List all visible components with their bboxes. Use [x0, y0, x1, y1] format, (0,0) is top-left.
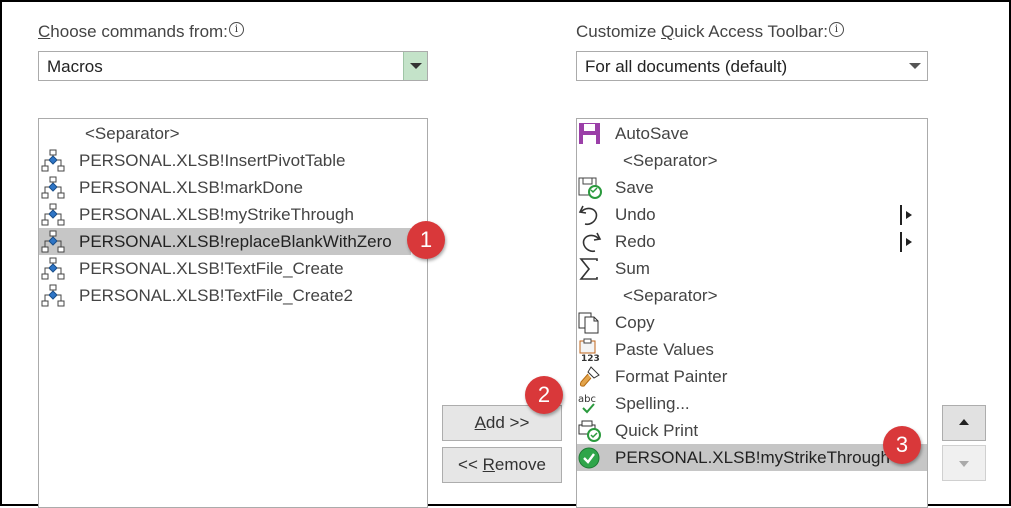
- svg-text:abc: abc: [578, 394, 596, 405]
- label-text: Customize: [576, 22, 662, 41]
- spelling-icon: abc: [578, 394, 596, 414]
- copy-icon: [578, 312, 599, 334]
- label-accesskey: C: [38, 22, 51, 41]
- svg-text:123: 123: [581, 354, 600, 362]
- remove-button[interactable]: << Remove: [442, 447, 562, 483]
- list-item[interactable]: Sum: [577, 255, 927, 282]
- list-item[interactable]: PERSONAL.XLSB!myStrikeThrough: [39, 201, 427, 228]
- button-accesskey: A: [474, 413, 486, 432]
- chevron-down-icon[interactable]: [909, 63, 921, 69]
- list-item-label: Save: [615, 178, 654, 197]
- label-accesskey: Q: [661, 22, 675, 41]
- list-item-label: <Separator>: [623, 151, 718, 170]
- button-accesskey: R: [482, 455, 495, 474]
- list-item[interactable]: Format Painter: [577, 363, 927, 390]
- list-item[interactable]: <Separator>: [39, 120, 427, 147]
- list-item[interactable]: 123 Paste Values: [577, 336, 927, 363]
- list-item[interactable]: PERSONAL.XLSB!markDone: [39, 174, 427, 201]
- callout-badge-3: 3: [883, 426, 921, 464]
- list-item[interactable]: <Separator>: [577, 147, 927, 174]
- macro-icon: [41, 284, 65, 307]
- arrow-up-icon: [959, 419, 969, 425]
- macro-icon: [41, 176, 65, 199]
- customize-qat-label: Customize Quick Access Toolbar: i: [576, 22, 844, 42]
- dropdown-value: For all documents (default): [585, 57, 788, 76]
- list-item-label: Undo: [615, 205, 656, 224]
- macro-icon: [41, 149, 65, 172]
- qat-commands-list[interactable]: AutoSave <Separator> Save Undo Redo Sum …: [576, 118, 928, 508]
- submenu-arrow-icon: [900, 205, 912, 225]
- quick-print-icon: [578, 420, 601, 442]
- list-item-label: <Separator>: [85, 124, 180, 143]
- sum-icon: [579, 258, 598, 280]
- list-item-label: PERSONAL.XLSB!replaceBlankWithZero: [79, 232, 392, 251]
- dropdown-value: Macros: [47, 57, 103, 76]
- list-item[interactable]: <Separator>: [577, 282, 927, 309]
- save-icon: [578, 177, 602, 199]
- list-item-label: PERSONAL.XLSB!markDone: [79, 178, 303, 197]
- list-item[interactable]: Redo: [577, 228, 927, 255]
- info-icon[interactable]: i: [228, 22, 244, 37]
- list-item-label: Copy: [615, 313, 655, 332]
- list-item-label: Spelling...: [615, 394, 690, 413]
- label-text: hoose commands from:: [50, 22, 228, 41]
- list-item[interactable]: Quick Print: [577, 417, 927, 444]
- choose-commands-dropdown[interactable]: Macros: [38, 51, 428, 81]
- list-item-selected[interactable]: PERSONAL.XLSB!replaceBlankWithZero: [39, 228, 411, 255]
- list-item[interactable]: abc Spelling...: [577, 390, 927, 417]
- paste-values-icon: 123: [579, 338, 600, 362]
- choose-commands-label: Choose commands from: i: [38, 22, 244, 42]
- move-down-button[interactable]: [942, 445, 986, 481]
- list-item-label: PERSONAL.XLSB!TextFile_Create2: [79, 286, 354, 305]
- label-text: uick Access Toolbar:: [674, 22, 828, 41]
- customize-qat-dialog: Choose commands from: i Macros Customize …: [0, 0, 1011, 508]
- list-item-label: AutoSave: [615, 124, 689, 143]
- list-item[interactable]: AutoSave: [577, 120, 927, 147]
- list-item[interactable]: PERSONAL.XLSB!TextFile_Create2: [39, 282, 427, 309]
- list-item[interactable]: PERSONAL.XLSB!TextFile_Create: [39, 255, 427, 282]
- list-item-label: PERSONAL.XLSB!InsertPivotTable: [79, 151, 346, 170]
- callout-badge-2: 2: [525, 376, 563, 414]
- list-item-selected[interactable]: PERSONAL.XLSB!myStrikeThrough: [577, 444, 927, 471]
- autosave-icon: [579, 123, 600, 144]
- list-item-label: PERSONAL.XLSB!TextFile_Create: [79, 259, 344, 278]
- macro-icon: [41, 203, 65, 226]
- arrow-down-icon: [959, 461, 969, 467]
- list-item-label: <Separator>: [623, 286, 718, 305]
- list-item-label: Redo: [615, 232, 656, 251]
- info-icon[interactable]: i: [828, 22, 844, 37]
- list-item-label: Format Painter: [615, 367, 728, 386]
- available-commands-list[interactable]: <Separator> PERSONAL.XLSB!InsertPivotTab…: [38, 118, 428, 508]
- callout-badge-1: 1: [407, 221, 445, 259]
- button-label: emove: [494, 455, 546, 474]
- list-item[interactable]: Undo: [577, 201, 927, 228]
- list-item[interactable]: Copy: [577, 309, 927, 336]
- macro-icon: [41, 230, 65, 253]
- macro-check-icon: [578, 447, 600, 469]
- list-item[interactable]: PERSONAL.XLSB!InsertPivotTable: [39, 147, 427, 174]
- list-item-label: Sum: [615, 259, 650, 278]
- chevron-down-icon[interactable]: [403, 52, 427, 80]
- submenu-arrow-icon: [900, 232, 912, 252]
- macro-icon: [41, 257, 65, 280]
- move-up-button[interactable]: [942, 405, 986, 441]
- list-item-label: PERSONAL.XLSB!myStrikeThrough: [79, 205, 354, 224]
- list-item-label: Paste Values: [615, 340, 714, 359]
- undo-icon: [578, 205, 598, 226]
- redo-icon: [582, 232, 602, 253]
- list-item[interactable]: Save: [577, 174, 927, 201]
- list-item-label: PERSONAL.XLSB!myStrikeThrough: [615, 448, 890, 467]
- customize-qat-dropdown[interactable]: For all documents (default): [576, 51, 928, 81]
- list-item-label: Quick Print: [615, 421, 699, 440]
- button-label: dd >>: [485, 413, 530, 432]
- format-painter-icon: [579, 366, 600, 387]
- button-label: <<: [458, 455, 483, 474]
